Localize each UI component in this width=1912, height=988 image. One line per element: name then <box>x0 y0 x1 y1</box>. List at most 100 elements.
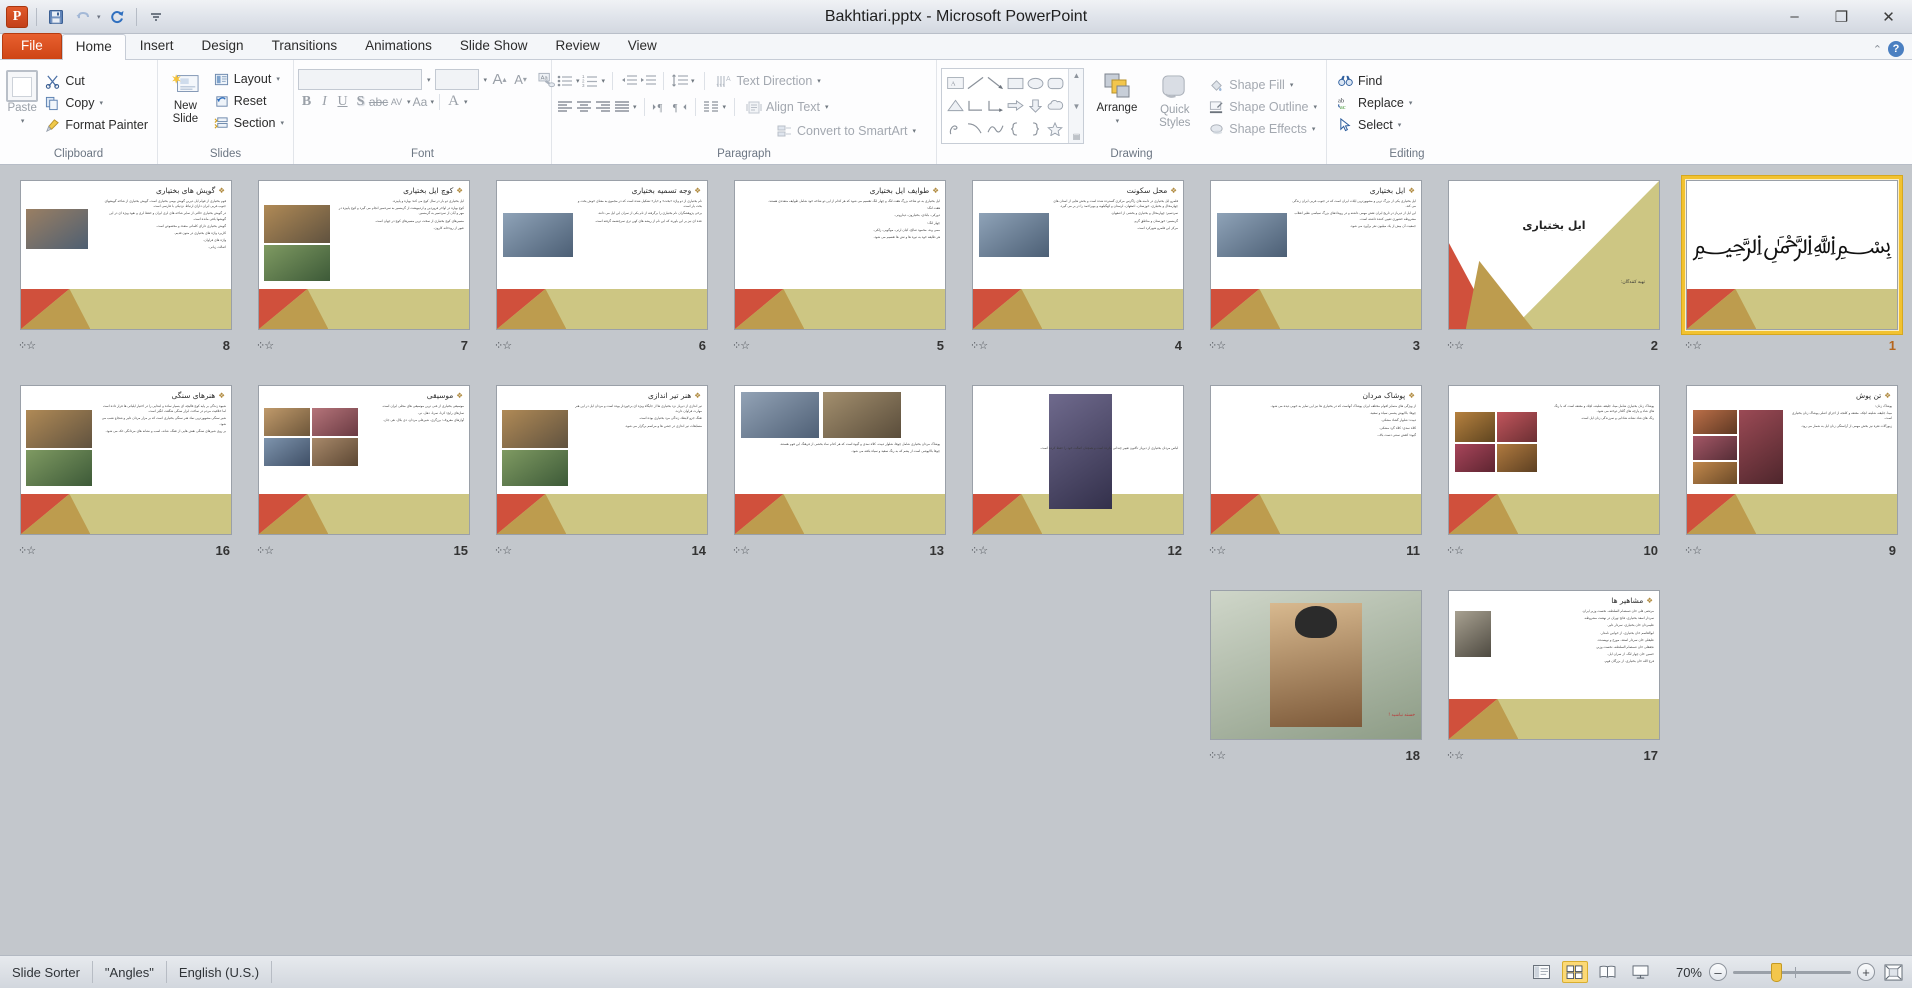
animation-star-icon[interactable]: ⁘☆ <box>1208 749 1226 762</box>
fit-to-window-icon[interactable] <box>1882 962 1904 982</box>
slide-thumbnail[interactable]: ❖ایل بختیاری ایل بختیاری یکی از بزرگ ترین… <box>1206 176 1426 334</box>
section-button[interactable]: Section ▾ <box>211 112 289 134</box>
save-icon[interactable] <box>45 6 67 28</box>
character-spacing-button[interactable]: AV <box>388 93 405 110</box>
shape-line-icon[interactable] <box>965 72 985 95</box>
shape-fill-button[interactable]: Shape Fill ▾ <box>1206 74 1322 96</box>
slide-thumbnail[interactable]: ❖پوشاک مردان از ویژگی های متمایز اقوام مخ… <box>1206 381 1426 539</box>
shrink-font-icon[interactable]: A ▾ <box>512 71 529 88</box>
shape-freeform-icon[interactable] <box>945 117 965 140</box>
animation-star-icon[interactable]: ⁘☆ <box>256 339 274 352</box>
shape-rectangle-icon[interactable] <box>1005 72 1025 95</box>
tab-slide-show[interactable]: Slide Show <box>446 33 542 59</box>
format-painter-button[interactable]: Format Painter <box>42 114 153 136</box>
strikethrough-button[interactable]: abc <box>369 93 388 110</box>
line-spacing-icon[interactable] <box>671 73 688 90</box>
tab-home[interactable]: Home <box>61 34 126 60</box>
slide-thumbnail[interactable]: ❖موسیقی موسیقی بختیاری از غنی ترین موسیقی… <box>254 381 474 539</box>
shapes-scroll-up-icon[interactable]: ▲ <box>1073 71 1081 80</box>
shape-left-brace-icon[interactable] <box>1005 117 1025 140</box>
shape-right-brace-icon[interactable] <box>1025 117 1045 140</box>
shape-effects-button[interactable]: Shape Effects ▾ <box>1206 118 1322 140</box>
slide-show-view-button[interactable] <box>1628 961 1654 983</box>
zoom-slider[interactable]: – + <box>1709 962 1875 982</box>
minimize-ribbon-icon[interactable]: ⌃ <box>1873 43 1882 56</box>
bold-button[interactable]: B <box>298 93 315 110</box>
font-name-caret-icon[interactable]: ▾ <box>427 76 431 84</box>
animation-star-icon[interactable]: ⁘☆ <box>1446 749 1464 762</box>
text-direction-button[interactable]: A Text Direction ▾ <box>714 70 826 92</box>
replace-button[interactable]: ab ac Replace ▾ <box>1335 92 1417 114</box>
slide-thumbnail-slot[interactable]: ❖مشاهیر ها مرتضی قلی خان صمصام السلطنه، ن… <box>1436 582 1674 787</box>
slide-thumbnail[interactable]: ایل بختیاری تهیه کنندگان: <box>1444 176 1664 334</box>
slide-thumbnail[interactable]: ❖گویش های بختیاری قوم بختیاری از قوام ایل… <box>16 176 236 334</box>
increase-indent-icon[interactable] <box>639 73 656 90</box>
grow-font-icon[interactable]: A ▴ <box>491 71 508 88</box>
animation-star-icon[interactable]: ⁘☆ <box>18 544 36 557</box>
align-left-icon[interactable] <box>556 99 573 116</box>
shape-right-arrow-icon[interactable] <box>1005 95 1025 118</box>
slide-thumbnail-slot[interactable]: ❖پوشاک مردان از ویژگی های متمایز اقوام مخ… <box>1198 377 1436 582</box>
restore-button[interactable]: ❐ <box>1818 0 1865 33</box>
change-case-caret-icon[interactable]: ▾ <box>431 98 435 106</box>
slide-thumbnail-slot[interactable]: ایل بختیاری تهیه کنندگان: ⁘☆ 2 <box>1436 172 1674 377</box>
columns-caret-icon[interactable]: ▾ <box>633 103 637 111</box>
italic-button[interactable]: I <box>316 93 333 110</box>
status-theme[interactable]: "Angles" <box>93 961 167 983</box>
numbering-caret-icon[interactable]: ▾ <box>602 77 606 85</box>
shape-outline-button[interactable]: Shape Outline ▾ <box>1206 96 1322 118</box>
ribbon-tabs[interactable]: File Home Insert Design Transitions Anim… <box>0 33 1912 60</box>
shape-arrow-icon[interactable] <box>985 72 1005 95</box>
shapes-scroll-down-icon[interactable]: ▼ <box>1073 102 1081 111</box>
redo-icon[interactable] <box>106 6 128 28</box>
animation-star-icon[interactable]: ⁘☆ <box>1446 544 1464 557</box>
animation-star-icon[interactable]: ⁘☆ <box>1684 544 1702 557</box>
font-size-input[interactable] <box>434 69 479 90</box>
shape-cloud-icon[interactable] <box>1045 95 1065 118</box>
shape-curve-icon[interactable] <box>965 117 985 140</box>
powerpoint-app-icon[interactable]: P <box>6 5 28 28</box>
animation-star-icon[interactable]: ⁘☆ <box>256 544 274 557</box>
status-language[interactable]: English (U.S.) <box>167 961 273 983</box>
animation-star-icon[interactable]: ⁘☆ <box>1684 339 1702 352</box>
animation-star-icon[interactable]: ⁘☆ <box>732 544 750 557</box>
tab-transitions[interactable]: Transitions <box>258 33 352 59</box>
ltr-direction-icon[interactable]: ¶ <box>652 99 669 116</box>
undo-dropdown-caret[interactable]: ▾ <box>97 13 101 21</box>
slide-thumbnail-slot[interactable]: پوشاک مردان بختیاری شامل چوقا، شلوار دبی… <box>722 377 960 582</box>
animation-star-icon[interactable]: ⁘☆ <box>494 544 512 557</box>
zoom-in-button[interactable]: + <box>1857 963 1875 981</box>
smartart-caret-icon[interactable]: ▾ <box>912 127 916 135</box>
columns-caret-icon-2[interactable]: ▾ <box>723 103 727 111</box>
tab-view[interactable]: View <box>614 33 671 59</box>
justify-icon[interactable] <box>613 99 630 116</box>
text-shadow-button[interactable]: S <box>352 93 369 110</box>
slide-thumbnail[interactable]: ❖هنرهای سنگی شیوه زندگی بر پایه کوچ قالیچ… <box>16 381 236 539</box>
font-color-caret-icon[interactable]: ▾ <box>464 98 468 106</box>
character-spacing-caret-icon[interactable]: ▾ <box>407 98 411 106</box>
shape-arc-icon[interactable] <box>985 117 1005 140</box>
arrange-caret-icon[interactable]: ▾ <box>1116 115 1120 128</box>
numbering-icon[interactable]: 123 <box>582 73 599 90</box>
font-color-button[interactable]: A <box>445 93 462 110</box>
window-controls[interactable]: – ❐ ✕ <box>1771 0 1912 33</box>
slide-thumbnail[interactable]: ❖کوچ ایل بختیاری ایل بختیاری دو بار در سا… <box>254 176 474 334</box>
convert-to-smartart-button[interactable]: Convert to SmartArt ▾ <box>774 120 921 142</box>
slide-thumbnail[interactable]: لباس مردان بختیاری از دیرباز تاکنون تغیی… <box>968 381 1188 539</box>
paste-button[interactable]: Paste ▾ <box>4 64 40 128</box>
shape-elbow-arrow-icon[interactable] <box>985 95 1005 118</box>
tab-design[interactable]: Design <box>188 33 258 59</box>
slide-thumbnail-slot[interactable]: ❖محل سکونت قلمرو ایل بختیاری در دامنه های… <box>960 172 1198 377</box>
copy-button[interactable]: Copy ▾ <box>42 92 153 114</box>
rtl-direction-icon[interactable]: ¶ <box>671 99 688 116</box>
slide-thumbnail-slot[interactable]: ❖ایل بختیاری ایل بختیاری یکی از بزرگ ترین… <box>1198 172 1436 377</box>
tab-file[interactable]: File <box>2 33 62 59</box>
zoom-handle[interactable] <box>1771 962 1782 982</box>
slide-thumbnail-slot[interactable]: لباس مردان بختیاری از دیرباز تاکنون تغیی… <box>960 377 1198 582</box>
layout-caret-icon[interactable]: ▾ <box>276 75 280 83</box>
animation-star-icon[interactable]: ⁘☆ <box>1208 339 1226 352</box>
find-button[interactable]: Find <box>1335 70 1417 92</box>
new-slide-button[interactable]: New Slide <box>162 64 209 126</box>
slide-thumbnail[interactable]: پوشاک مردان بختیاری شامل چوقا، شلوار دبی… <box>730 381 950 539</box>
shape-star-icon[interactable] <box>1045 117 1065 140</box>
